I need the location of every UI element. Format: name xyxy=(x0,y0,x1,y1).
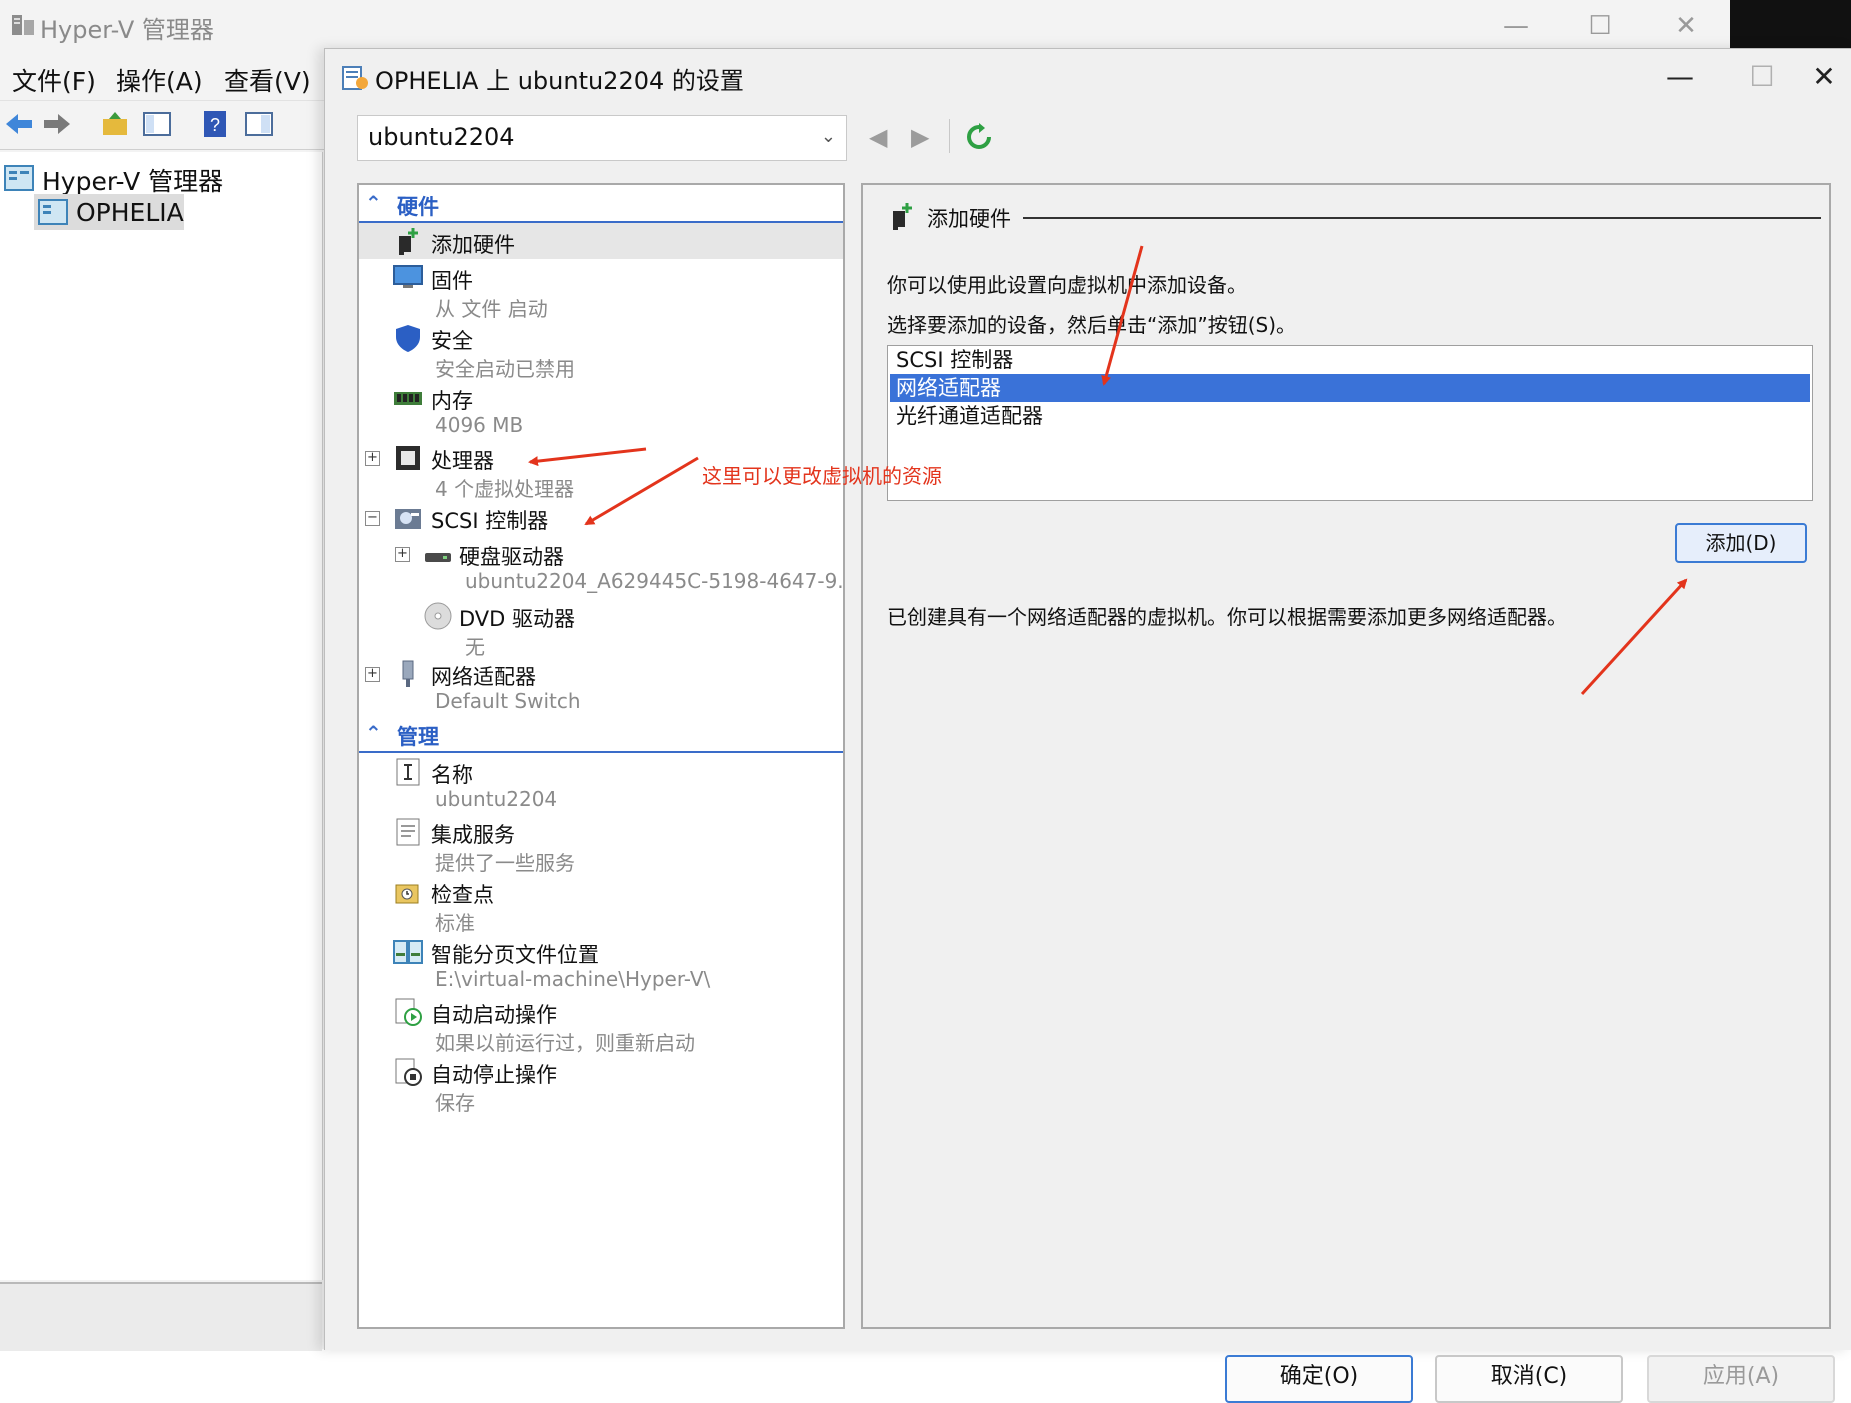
manager-titlebar: Hyper-V 管理器 — ☐ ✕ xyxy=(0,0,1730,52)
expand-icon[interactable]: + xyxy=(365,451,380,466)
item-firmware[interactable]: 固件 从 文件 启动 xyxy=(359,261,843,321)
item-integration-services[interactable]: 集成服务 提供了一些服务 xyxy=(359,815,843,875)
hyperv-app-icon xyxy=(12,15,34,35)
menu-view[interactable]: 查看(V) xyxy=(224,62,311,98)
smart-paging-icon xyxy=(393,940,423,964)
settings-dialog: OPHELIA 上 ubuntu2204 的设置 — ☐ ✕ ubuntu220… xyxy=(324,48,1851,1403)
menu-file[interactable]: 文件(F) xyxy=(12,62,96,98)
description-line-1: 你可以使用此设置向虚拟机中添加设备。 xyxy=(887,273,1247,297)
toolbar-divider xyxy=(949,119,950,153)
next-arrow-icon[interactable]: ▶ xyxy=(911,123,929,151)
dvd-disc-icon xyxy=(424,602,452,630)
manager-title: Hyper-V 管理器 xyxy=(40,16,214,44)
item-auto-start[interactable]: 自动启动操作 如果以前运行过，则重新启动 xyxy=(359,995,843,1055)
device-option-fibre-channel[interactable]: 光纤通道适配器 xyxy=(890,402,1810,430)
section-management[interactable]: ⌃ 管理 xyxy=(359,717,843,753)
scsi-controller-icon xyxy=(395,509,421,529)
forward-arrow-icon[interactable] xyxy=(42,109,72,139)
auto-stop-icon xyxy=(395,1058,422,1086)
dialog-titlebar: OPHELIA 上 ubuntu2204 的设置 — ☐ ✕ xyxy=(325,49,1851,105)
refresh-icon[interactable] xyxy=(965,123,993,151)
dialog-minimize-button[interactable]: — xyxy=(1655,57,1705,97)
section-hardware[interactable]: ⌃ 硬件 xyxy=(359,187,843,223)
add-hardware-icon xyxy=(399,228,418,255)
previous-arrow-icon[interactable]: ◀ xyxy=(869,123,887,151)
add-hardware-panel: 添加硬件 你可以使用此设置向虚拟机中添加设备。 选择要添加的设备，然后单击“添加… xyxy=(861,183,1831,1329)
server-icon xyxy=(38,199,68,225)
header-divider xyxy=(1023,217,1821,219)
dialog-maximize-button: ☐ xyxy=(1749,60,1775,93)
device-option-network-adapter[interactable]: 网络适配器 xyxy=(890,374,1810,402)
collapse-icon[interactable]: − xyxy=(365,511,380,526)
svg-text:?: ? xyxy=(210,115,220,135)
integration-services-icon xyxy=(396,818,420,846)
item-hard-drive[interactable]: + 硬盘驱动器 ubuntu2204_A629445C-5198-4647-9.… xyxy=(359,535,843,595)
up-folder-icon[interactable] xyxy=(100,109,130,139)
manager-tree: Hyper-V 管理器 OPHELIA xyxy=(0,152,323,1280)
menu-action[interactable]: 操作(A) xyxy=(116,62,203,98)
vm-selector-value: ubuntu2204 xyxy=(368,123,515,151)
device-listbox[interactable]: SCSI 控制器 网络适配器 光纤通道适配器 xyxy=(887,345,1813,501)
collapse-icon: ⌃ xyxy=(365,721,382,745)
tree-root[interactable]: Hyper-V 管理器 xyxy=(42,162,223,198)
manager-minimize-button[interactable]: — xyxy=(1494,6,1538,46)
item-name[interactable]: 名称 ubuntu2204 xyxy=(359,755,843,815)
add-button[interactable]: 添加(D) xyxy=(1675,523,1807,563)
ok-button[interactable]: 确定(O) xyxy=(1225,1355,1413,1403)
item-dvd-drive[interactable]: DVD 驱动器 无 xyxy=(359,597,843,659)
checkpoint-icon xyxy=(395,884,419,904)
auto-start-icon xyxy=(395,998,422,1026)
panel-header: 添加硬件 xyxy=(927,207,1011,231)
annotation-text: 这里可以更改虚拟机的资源 xyxy=(702,464,942,488)
manager-statusbar xyxy=(0,1282,322,1351)
network-adapter-note: 已创建具有一个网络适配器的虚拟机。你可以根据需要添加更多网络适配器。 xyxy=(887,605,1567,629)
name-text-icon xyxy=(396,758,420,786)
settings-icon xyxy=(342,66,368,90)
expand-icon[interactable]: + xyxy=(395,547,410,562)
collapse-icon: ⌃ xyxy=(365,191,382,215)
tree-host[interactable]: OPHELIA xyxy=(76,198,184,227)
manager-toolbar: ? xyxy=(0,100,330,150)
hyperv-manager-icon xyxy=(4,165,34,191)
description-line-2: 选择要添加的设备，然后单击“添加”按钮(S)。 xyxy=(887,313,1297,337)
dialog-close-button[interactable]: ✕ xyxy=(1799,57,1849,97)
show-hide-tree-icon[interactable] xyxy=(142,109,172,139)
manager-close-button[interactable]: ✕ xyxy=(1664,6,1708,46)
action-pane-icon[interactable] xyxy=(244,109,274,139)
hard-drive-icon xyxy=(425,553,451,562)
expand-icon[interactable]: + xyxy=(365,667,380,682)
item-auto-stop[interactable]: 自动停止操作 保存 xyxy=(359,1055,843,1115)
add-hardware-icon xyxy=(893,203,912,230)
cancel-button[interactable]: 取消(C) xyxy=(1435,1355,1623,1403)
apply-button: 应用(A) xyxy=(1647,1355,1835,1403)
processor-icon xyxy=(396,446,420,470)
item-security[interactable]: 安全 安全启动已禁用 xyxy=(359,321,843,381)
device-option-scsi[interactable]: SCSI 控制器 xyxy=(890,346,1810,374)
item-scsi-controller[interactable]: − SCSI 控制器 xyxy=(359,501,843,537)
settings-tree-panel: ⌃ 硬件 添加硬件 固件 从 文件 启动 安全 安全启动已禁用 内存 4096 … xyxy=(357,183,845,1329)
item-checkpoints[interactable]: 检查点 标准 xyxy=(359,875,843,935)
help-icon[interactable]: ? xyxy=(200,109,230,139)
firmware-monitor-icon xyxy=(393,265,423,288)
item-add-hardware[interactable]: 添加硬件 xyxy=(359,223,843,259)
back-arrow-icon[interactable] xyxy=(4,109,34,139)
network-adapter-icon xyxy=(402,660,414,687)
memory-icon xyxy=(394,392,422,405)
manager-menubar: 文件(F) 操作(A) 查看(V) xyxy=(0,56,330,98)
item-memory[interactable]: 内存 4096 MB xyxy=(359,381,843,441)
chevron-down-icon: ⌄ xyxy=(820,126,836,147)
dialog-title: OPHELIA 上 ubuntu2204 的设置 xyxy=(375,67,744,95)
manager-maximize-button[interactable]: ☐ xyxy=(1578,6,1622,46)
item-smart-paging[interactable]: 智能分页文件位置 E:\virtual-machine\Hyper-V\ xyxy=(359,935,843,995)
shield-icon xyxy=(396,325,420,352)
item-network-adapter[interactable]: + 网络适配器 Default Switch xyxy=(359,657,843,717)
desktop-background xyxy=(1730,0,1851,48)
vm-selector-dropdown[interactable]: ubuntu2204 ⌄ xyxy=(357,115,847,161)
